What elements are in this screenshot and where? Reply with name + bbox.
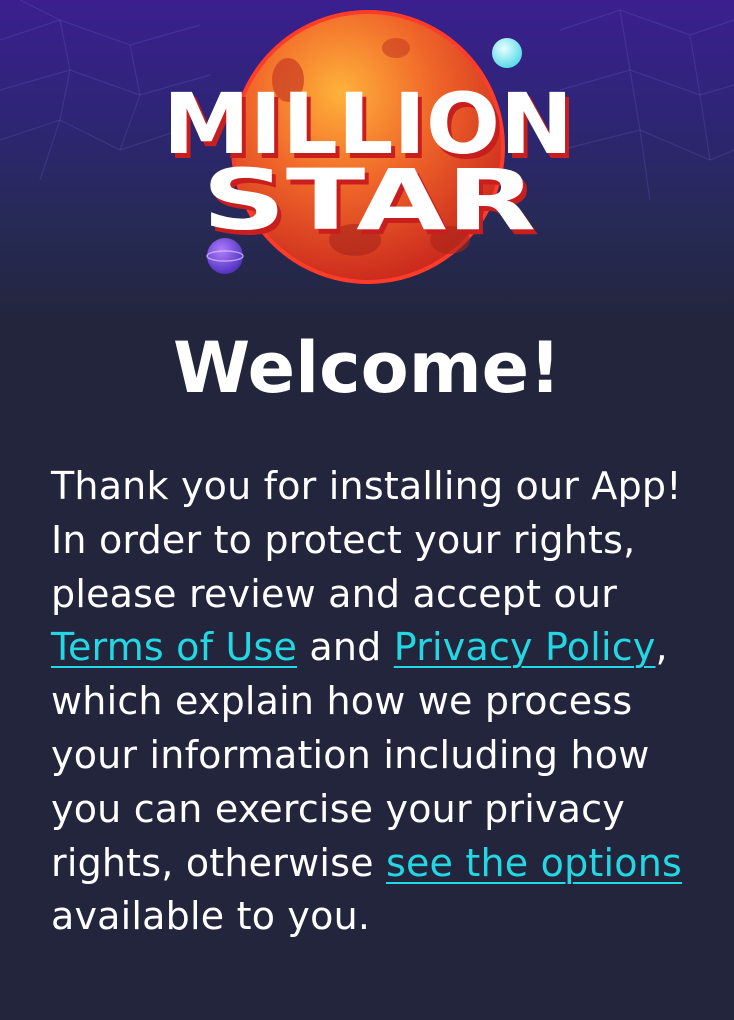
consent-text-end: available to you.: [51, 894, 371, 939]
privacy-policy-link[interactable]: Privacy Policy: [394, 625, 656, 669]
terms-of-use-link[interactable]: Terms of Use: [51, 625, 297, 669]
welcome-screen: MILLION MILLION STAR STAR Welcome! Thank…: [0, 0, 734, 1020]
hero-banner: MILLION MILLION STAR STAR: [0, 0, 734, 320]
consent-text-intro: Thank you for installing our App! In ord…: [51, 464, 682, 616]
million-star-logo: MILLION MILLION STAR STAR: [163, 10, 577, 284]
see-options-link[interactable]: see the options: [386, 841, 682, 885]
welcome-title: Welcome!: [172, 327, 562, 409]
consent-text-and: and: [297, 625, 394, 670]
logo-line2: STAR: [202, 151, 536, 249]
small-cyan-planet-icon: [492, 38, 522, 68]
consent-message: Thank you for installing our App! In ord…: [51, 460, 711, 944]
